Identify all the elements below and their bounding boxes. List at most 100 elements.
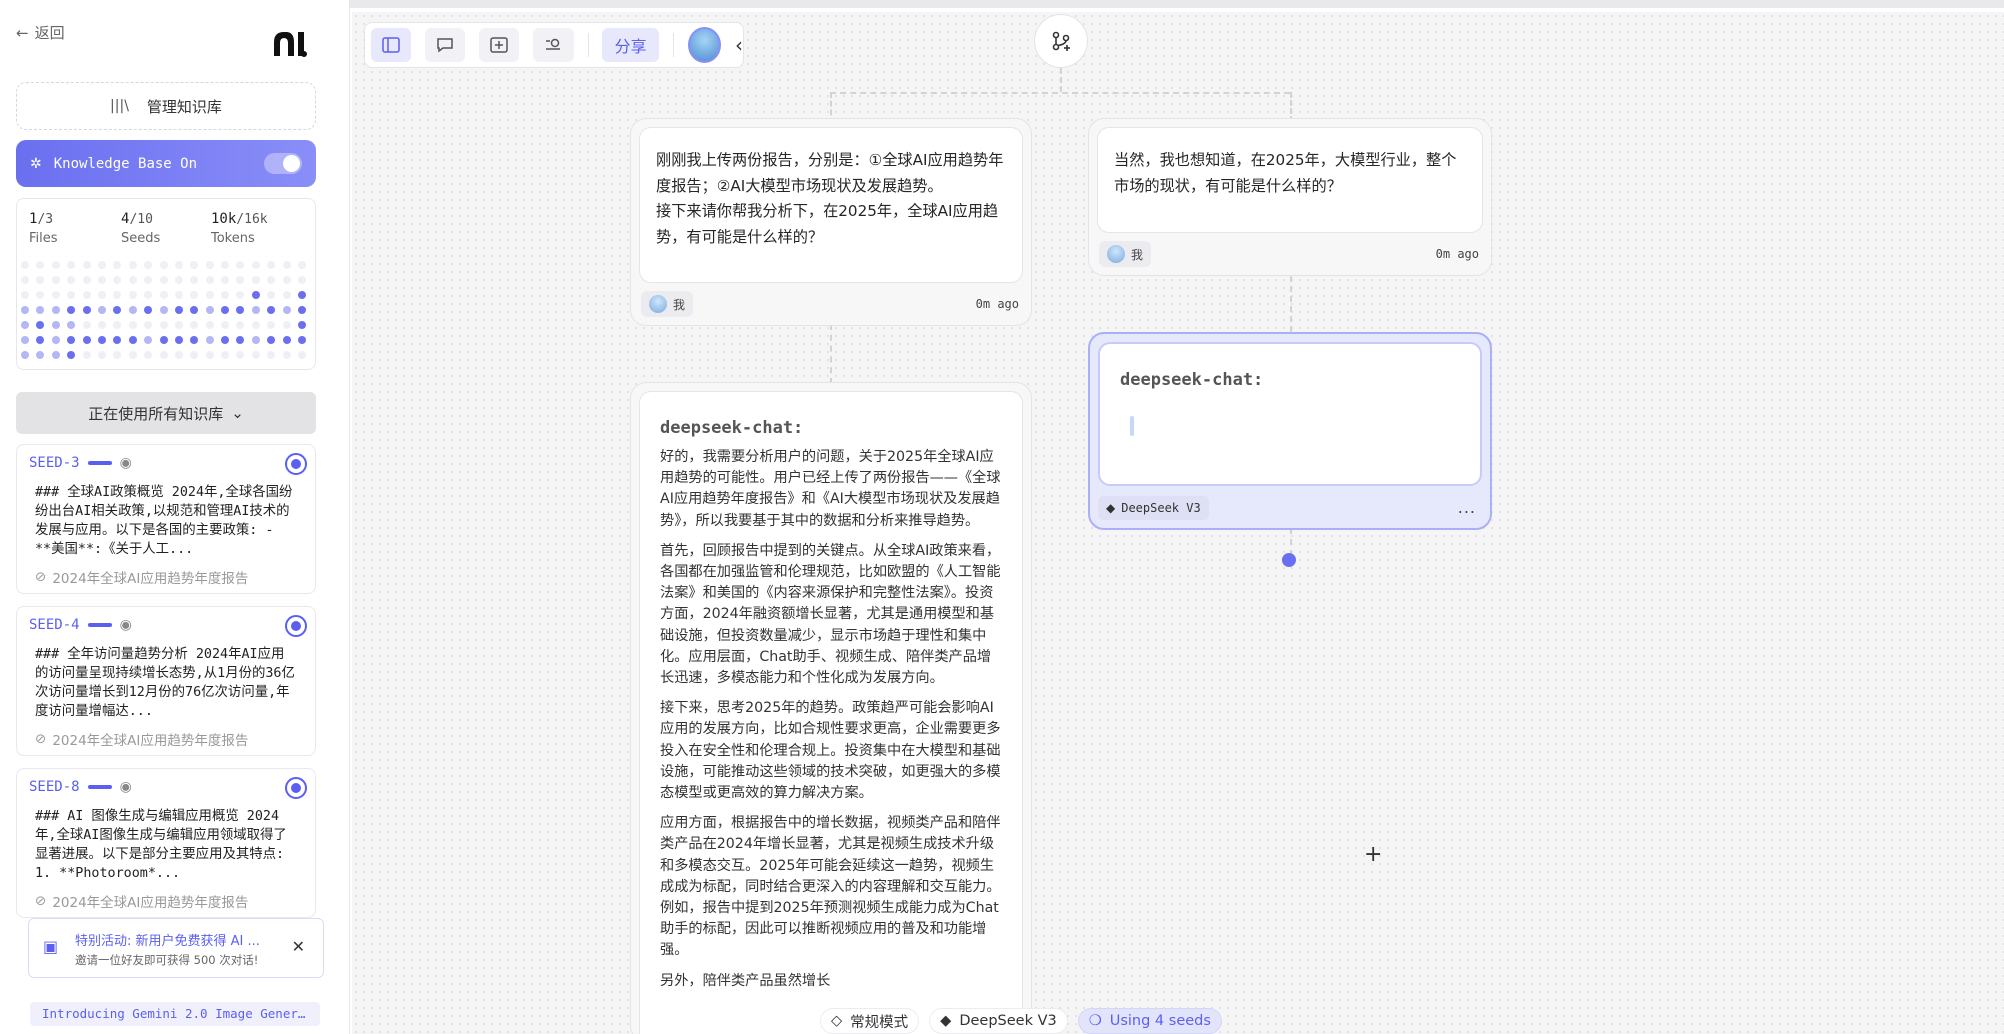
seed-source[interactable]: ⊘ 2024年全球AI应用趋势年度报告	[35, 567, 248, 587]
toolbar-divider	[672, 33, 674, 57]
token-dot	[128, 291, 137, 299]
chevron-left-icon[interactable]: ‹	[735, 33, 743, 57]
connector-line	[1060, 68, 1062, 92]
token-dot	[97, 261, 106, 269]
token-dot	[51, 306, 60, 314]
token-dot	[82, 261, 91, 269]
manage-knowledge-base-button[interactable]: |||\ 管理知识库	[16, 82, 316, 130]
ai-response-node[interactable]: deepseek-chat: 好的，我需要分析用户的问题，关于2025年全球AI…	[630, 382, 1032, 1034]
new-chat-button[interactable]	[425, 28, 466, 62]
response-paragraph: 首先，回顾报告中提到的关键点。从全球AI政策来看，各国都在加强监管和伦理规范，比…	[660, 542, 1001, 687]
knowledge-base-toggle-bar[interactable]: ✲ Knowledge Base On	[16, 140, 316, 187]
seed-icon: ❍	[1088, 1013, 1102, 1029]
ai-response-node-active[interactable]: deepseek-chat: ◆ DeepSeek V3 ...	[1088, 332, 1492, 530]
token-dot	[82, 291, 91, 299]
token-dot	[174, 291, 183, 299]
token-dot	[113, 351, 122, 359]
seed-weight-bar	[87, 623, 112, 627]
token-dot	[205, 336, 214, 344]
search-nodes-button[interactable]	[533, 28, 574, 62]
whale-icon: ◆	[1106, 501, 1116, 515]
seed-card[interactable]: SEED-8 ◉ ### AI 图像生成与编辑应用概览 2024年,全球AI图像…	[16, 768, 316, 918]
token-dot	[282, 276, 291, 284]
author-tag: 我	[641, 291, 694, 317]
sparkle-icon: ✲	[30, 155, 42, 172]
knowledge-base-selector[interactable]: 正在使用所有知识库 ⌄	[16, 392, 316, 434]
message-body: 刚刚我上传两份报告，分别是：①全球AI应用趋势年度报告；②AI大模型市场现状及发…	[639, 127, 1023, 283]
promo-subtitle: 邀请一位好友即可获得 500 次对话!	[75, 953, 259, 967]
branch-button[interactable]	[1034, 14, 1088, 68]
token-dot	[221, 321, 230, 329]
connector-line	[1290, 276, 1292, 332]
token-dot	[21, 261, 29, 269]
seed-text: ### 全年访问量趋势分析 2024年AI应用的访问量呈现持续增长态势,从1月份…	[35, 647, 295, 719]
eye-icon[interactable]: ◉	[120, 455, 132, 471]
token-dot	[67, 291, 76, 299]
kb-toggle-switch[interactable]	[264, 153, 302, 174]
close-icon[interactable]: ✕	[292, 937, 305, 956]
token-dot	[267, 351, 276, 359]
mode-selector[interactable]: ◇ 常规模式	[820, 1008, 920, 1034]
token-dot	[251, 351, 260, 359]
token-dot	[159, 276, 168, 284]
token-dot	[159, 291, 168, 299]
whale-icon: ◆	[940, 1013, 952, 1029]
message-body: deepseek-chat: 好的，我需要分析用户的问题，关于2025年全球AI…	[639, 391, 1023, 1034]
token-dot	[51, 351, 60, 359]
token-dot	[21, 336, 29, 344]
token-dot	[67, 336, 76, 344]
token-dot	[36, 291, 45, 299]
seed-header: SEED-3 ◉	[29, 455, 132, 471]
token-dot	[128, 261, 137, 269]
eye-icon[interactable]: ◉	[120, 617, 132, 633]
node-connection-handle[interactable]	[1282, 553, 1296, 567]
add-node-button[interactable]	[479, 28, 520, 62]
user-message-node[interactable]: 刚刚我上传两份报告，分别是：①全球AI应用趋势年度报告；②AI大模型市场现状及发…	[630, 118, 1032, 326]
token-dot	[190, 321, 199, 329]
git-branch-icon	[1052, 31, 1070, 51]
model-title: deepseek-chat:	[1120, 370, 1264, 390]
response-paragraph: 好的，我需要分析用户的问题，关于2025年全球AI应用趋势的可能性。用户已经上传…	[660, 449, 1001, 529]
share-button[interactable]: 分享	[602, 28, 659, 62]
token-dot	[113, 336, 122, 344]
token-dot	[144, 351, 153, 359]
token-dot	[128, 336, 137, 344]
token-dot	[190, 351, 199, 359]
seed-select-radio[interactable]	[285, 615, 307, 637]
token-dot	[51, 291, 60, 299]
token-dot	[159, 351, 168, 359]
token-dot	[21, 321, 29, 329]
token-dot	[190, 306, 199, 314]
model-selector[interactable]: ◆ DeepSeek V3	[929, 1008, 1068, 1034]
seed-source[interactable]: ⊘ 2024年全球AI应用趋势年度报告	[35, 891, 248, 911]
back-button[interactable]: ← 返回	[16, 22, 65, 43]
model-label: DeepSeek V3	[1121, 501, 1201, 515]
token-dot	[298, 291, 307, 299]
sidebar-toggle-button[interactable]	[371, 28, 412, 62]
promo-banner[interactable]: ▣ 特别活动: 新用户免费获得 AI ... 邀请一位好友即可获得 500 次对…	[28, 918, 324, 978]
seed-header: SEED-4 ◉	[29, 617, 132, 633]
typing-cursor	[1130, 416, 1134, 436]
canvas-toolbar: 分享 ‹	[364, 22, 744, 68]
token-dot	[282, 306, 291, 314]
token-dot	[82, 306, 91, 314]
link-icon: ⊘	[35, 569, 47, 585]
token-dot	[97, 336, 106, 344]
more-options-icon[interactable]: ...	[1458, 498, 1476, 517]
seed-source[interactable]: ⊘ 2024年全球AI应用趋势年度报告	[35, 729, 248, 749]
seed-weight-bar	[87, 785, 112, 789]
seeds-indicator[interactable]: ❍ Using 4 seeds	[1077, 1008, 1222, 1034]
eye-icon[interactable]: ◉	[120, 779, 132, 795]
seed-select-radio[interactable]	[285, 453, 307, 475]
seed-card[interactable]: SEED-3 ◉ ### 全球AI政策概览 2024年,全球各国纷纷出台AI相关…	[16, 444, 316, 594]
seed-card[interactable]: SEED-4 ◉ ### 全年访问量趋势分析 2024年AI应用的访问量呈现持续…	[16, 606, 316, 756]
token-dot	[236, 321, 245, 329]
user-avatar[interactable]	[687, 27, 722, 63]
token-dot	[221, 276, 230, 284]
link-icon: ⊘	[35, 731, 47, 747]
user-message-node[interactable]: 当然，我也想知道，在2025年，大模型行业，整个市场的现状，有可能是什么样的？ …	[1088, 118, 1492, 276]
token-dot	[36, 261, 45, 269]
seed-select-radio[interactable]	[285, 777, 307, 799]
announcement-link[interactable]: Introducing Gemini 2.0 Image Gener...	[30, 1002, 320, 1026]
token-dot	[282, 351, 291, 359]
